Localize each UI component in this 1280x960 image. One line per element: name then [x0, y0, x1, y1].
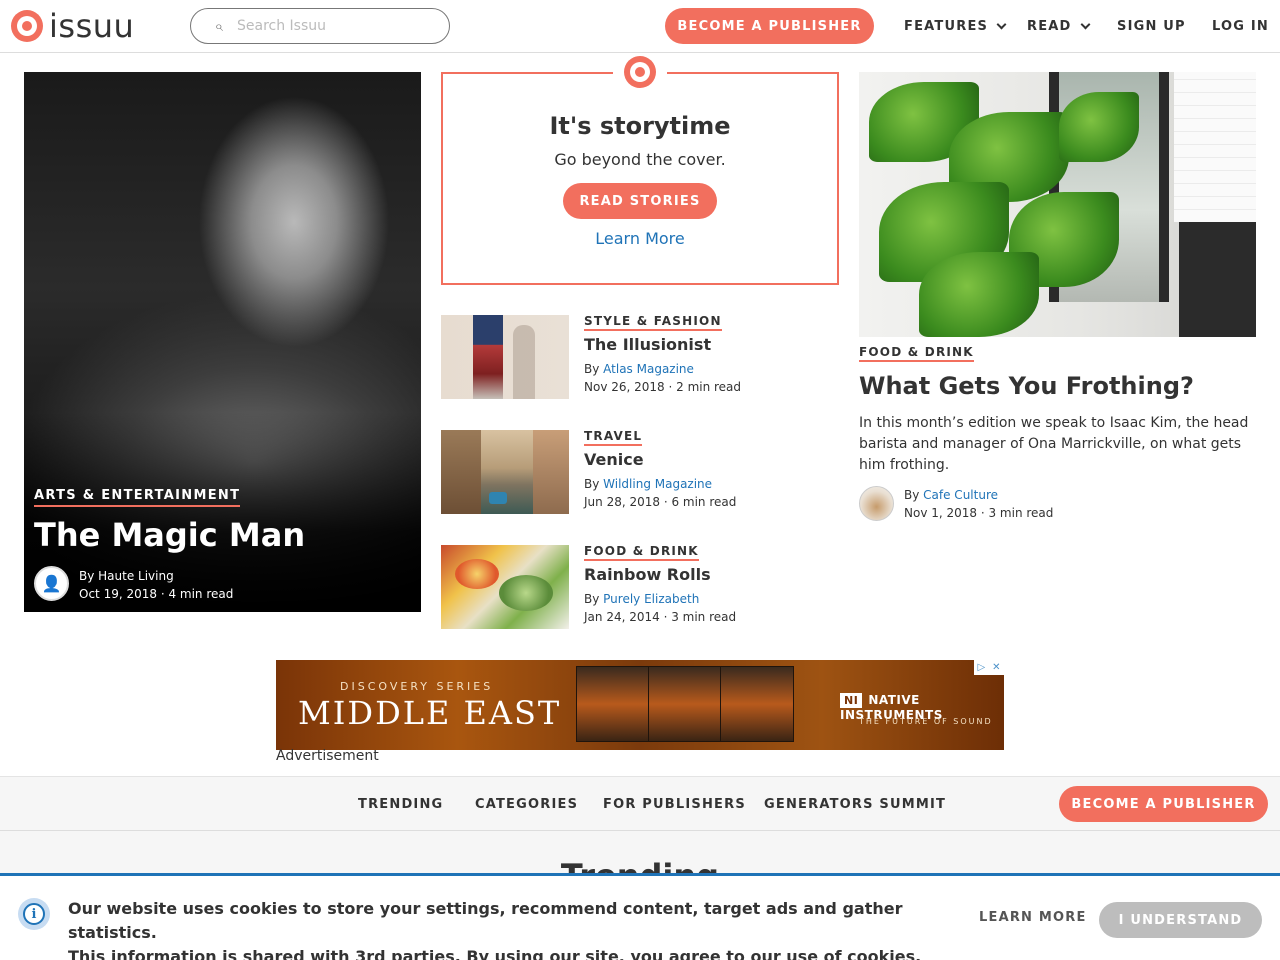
issuu-logo[interactable]: issuu	[11, 8, 134, 44]
trending-section: Trending	[0, 831, 1280, 876]
subnav-generators-summit[interactable]: GENERATORS SUMMIT	[764, 777, 946, 831]
story-title[interactable]: Venice	[584, 450, 644, 469]
ad-product-images	[576, 666, 796, 744]
cookie-accept-button[interactable]: I UNDERSTAND	[1099, 902, 1262, 938]
become-publisher-button[interactable]: BECOME A PUBLISHER	[665, 8, 874, 44]
feature-category[interactable]: FOOD & DRINK	[859, 345, 974, 362]
become-publisher-button[interactable]: BECOME A PUBLISHER	[1059, 786, 1268, 822]
story-item[interactable]: FOOD & DRINK Rainbow Rolls By Purely Eli…	[441, 544, 841, 631]
feature-description: In this month’s edition we speak to Isaa…	[859, 415, 1249, 473]
hero-publisher[interactable]: By Haute Living	[79, 567, 233, 585]
info-icon: i	[18, 898, 50, 930]
close-icon[interactable]: ✕	[992, 662, 1000, 673]
storytime-subtitle: Go beyond the cover.	[554, 150, 726, 169]
by-label: By	[584, 592, 604, 606]
learn-more-link[interactable]: Learn More	[443, 229, 837, 248]
story-byline: By Purely Elizabeth Jan 24, 2014 · 3 min…	[584, 590, 736, 626]
chevron-down-icon	[1080, 19, 1090, 30]
advertisement-banner[interactable]: DISCOVERY SERIES MIDDLE EAST NI NATIVE IN…	[276, 660, 1004, 750]
story-category[interactable]: FOOD & DRINK	[584, 544, 699, 561]
hero-title[interactable]: The Magic Man	[34, 516, 305, 554]
ad-choices[interactable]: ▷ ✕	[974, 660, 1004, 675]
story-thumbnail[interactable]	[441, 430, 569, 514]
advertisement-label: Advertisement	[276, 748, 379, 764]
story-meta: Nov 26, 2018 · 2 min read	[584, 380, 742, 394]
subnav-trending[interactable]: TRENDING	[358, 777, 443, 831]
story-meta: Jan 24, 2014 · 3 min read	[584, 610, 737, 624]
cookie-learn-more-link[interactable]: LEARN MORE	[979, 910, 1087, 925]
story-title[interactable]: The Illusionist	[584, 335, 711, 354]
nav-read-label: READ	[1027, 19, 1072, 34]
publisher-avatar-icon: 👤	[34, 566, 69, 601]
logo-wordmark: issuu	[49, 7, 135, 45]
nav-features-label: FEATURES	[904, 19, 989, 34]
publisher-link[interactable]: Wildling Magazine	[603, 477, 712, 491]
by-label: By	[904, 488, 924, 502]
secondary-nav: TRENDING CATEGORIES FOR PUBLISHERS GENER…	[0, 776, 1280, 831]
cookie-banner: i Our website uses cookies to store your…	[0, 873, 1280, 960]
read-stories-button[interactable]: READ STORIES	[563, 183, 717, 219]
search-icon: ⌕	[214, 17, 223, 35]
nav-features[interactable]: FEATURES	[904, 0, 1007, 53]
feature-title[interactable]: What Gets You Frothing?	[859, 372, 1194, 400]
story-thumbnail[interactable]	[441, 315, 569, 399]
cookie-message: Our website uses cookies to store your s…	[68, 897, 948, 960]
hero-story-card[interactable]: ARTS & ENTERTAINMENT The Magic Man 👤 By …	[24, 72, 421, 612]
storytime-title: It's storytime	[549, 112, 731, 140]
tile-wall-illustration	[1174, 72, 1256, 222]
story-byline: By Wildling Magazine Jun 28, 2018 · 6 mi…	[584, 475, 736, 511]
nav-log-in[interactable]: LOG IN	[1212, 0, 1269, 53]
ad-brand-mark: NI	[840, 693, 863, 708]
subnav-categories[interactable]: CATEGORIES	[475, 777, 578, 831]
publisher-link[interactable]: Atlas Magazine	[603, 362, 694, 376]
feature-image[interactable]	[859, 72, 1256, 337]
story-category[interactable]: STYLE & FASHION	[584, 314, 722, 331]
story-title[interactable]: Rainbow Rolls	[584, 565, 711, 584]
feature-meta: Nov 1, 2018 · 3 min read	[904, 506, 1054, 520]
publisher-link[interactable]: Purely Elizabeth	[603, 592, 699, 606]
by-label: By	[584, 477, 604, 491]
publisher-link[interactable]: Cafe Culture	[923, 488, 998, 502]
nav-sign-up[interactable]: SIGN UP	[1117, 0, 1186, 53]
storytime-card: It's storytime Go beyond the cover. READ…	[441, 56, 839, 285]
cookie-line-1: Our website uses cookies to store your s…	[68, 899, 903, 942]
publisher-avatar[interactable]	[859, 486, 894, 521]
chevron-down-icon	[996, 19, 1007, 30]
issuu-logo-icon	[624, 56, 656, 88]
hero-meta: Oct 19, 2018 · 4 min read	[79, 587, 234, 601]
hero-byline: By Haute Living Oct 19, 2018 · 4 min rea…	[79, 567, 233, 603]
nav-read[interactable]: READ	[1027, 0, 1090, 53]
by-label: By	[584, 362, 604, 376]
story-byline: By Atlas Magazine Nov 26, 2018 · 2 min r…	[584, 360, 741, 396]
ad-tagline: THE FUTURE OF SOUND	[859, 717, 993, 726]
cookie-line-2: This information is shared with 3rd part…	[68, 947, 922, 960]
story-item[interactable]: STYLE & FASHION The Illusionist By Atlas…	[441, 314, 841, 401]
story-thumbnail[interactable]	[441, 545, 569, 629]
subnav-for-publishers[interactable]: FOR PUBLISHERS	[603, 777, 746, 831]
counter-illustration	[1179, 222, 1256, 337]
feature-byline: By Cafe Culture Nov 1, 2018 · 3 min read	[904, 486, 1053, 522]
issuu-logo-icon	[11, 10, 43, 42]
ad-info-icon[interactable]: ▷	[977, 662, 985, 673]
ad-series: DISCOVERY SERIES	[340, 680, 494, 693]
ad-title: MIDDLE EAST	[298, 694, 562, 732]
hero-category[interactable]: ARTS & ENTERTAINMENT	[34, 488, 241, 507]
story-meta: Jun 28, 2018 · 6 min read	[584, 495, 737, 509]
story-item[interactable]: TRAVEL Venice By Wildling Magazine Jun 2…	[441, 429, 841, 516]
search-input[interactable]	[237, 18, 427, 34]
top-header: issuu ⌕ BECOME A PUBLISHER FEATURES READ…	[0, 0, 1280, 53]
search-box[interactable]: ⌕	[190, 8, 450, 44]
storytime-badge	[613, 56, 667, 92]
story-category[interactable]: TRAVEL	[584, 429, 643, 446]
